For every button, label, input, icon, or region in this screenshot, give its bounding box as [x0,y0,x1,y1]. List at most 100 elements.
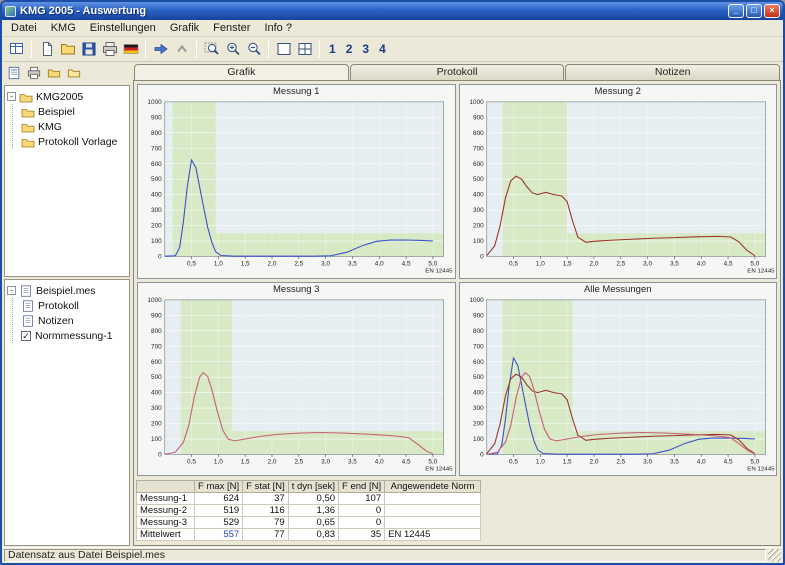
zoom-select-icon[interactable] [201,39,222,60]
svg-text:3,5: 3,5 [348,261,357,268]
table-cell: 0,83 [288,529,338,541]
tree-toolbar [4,63,130,83]
tree-item-kmg[interactable]: KMG [21,119,128,134]
svg-text:500: 500 [473,374,484,381]
project-tree[interactable]: -KMG2005 BeispielKMGProtokoll Vorlage [4,85,130,277]
caret-up-icon[interactable] [171,39,192,60]
zoom-out-icon[interactable] [243,39,264,60]
flag-de-icon[interactable] [120,39,141,60]
report-icon[interactable] [5,64,23,82]
svg-text:900: 900 [473,312,484,319]
chart-title: Messung 2 [460,85,777,98]
tab-grafik[interactable]: Grafik [134,64,349,80]
save-icon[interactable] [78,39,99,60]
chart-title: Messung 3 [138,283,455,296]
svg-text:4,5: 4,5 [723,261,732,268]
svg-text:800: 800 [151,327,162,334]
tree-item-protokoll[interactable]: Protokoll [21,298,128,313]
maximize-button[interactable]: □ [746,4,762,18]
svg-text:0,5: 0,5 [509,261,518,268]
tab-notizen[interactable]: Notizen [565,64,780,80]
view-count-1-button[interactable]: 1 [324,42,341,56]
col-header-f-end-n: F end [N] [339,481,385,493]
chart-plot-messung-1[interactable]: 010020030040050060070080090010000,51,01,… [138,98,455,278]
folder-icon [21,121,35,133]
checkbox-checked-icon[interactable]: ✓ [21,331,31,341]
tab-protokoll[interactable]: Protokoll [350,64,565,80]
tree-root-kmg2005[interactable]: -KMG2005 [6,89,128,104]
menu-grafik[interactable]: Grafik [163,21,206,35]
view-quad-icon[interactable] [294,39,315,60]
col-header-f-stat-n: F stat [N] [243,481,289,493]
chart-plot-alle-messungen[interactable]: 010020030040050060070080090010000,51,01,… [460,296,777,476]
table-cell: 77 [243,529,289,541]
folder-closed-icon[interactable] [45,64,63,82]
tree-item-notizen[interactable]: Notizen [21,313,128,328]
view-count-4-button[interactable]: 4 [374,42,391,56]
chart-grid: Messung 10100200300400500600700800900100… [134,81,780,479]
svg-text:4,5: 4,5 [723,458,732,465]
print-small-icon[interactable] [25,64,43,82]
menu-fenster[interactable]: Fenster [206,21,257,35]
open-folder-icon[interactable] [57,39,78,60]
chart-plot-messung-3[interactable]: 010020030040050060070080090010000,51,01,… [138,296,455,476]
results-table: F max [N]F stat [N]t dyn [sek]F end [N]A… [136,480,481,541]
file-tree[interactable]: -Beispiel.mesProtokollNotizen✓Normmessun… [4,279,130,546]
svg-text:800: 800 [473,327,484,334]
tree-item-normmessung-1[interactable]: ✓Normmessung-1 [21,328,128,343]
arrow-right-icon[interactable] [150,39,171,60]
menu-kmg[interactable]: KMG [44,21,83,35]
table-row-messung-3: Messung-3529790,650 [137,517,481,529]
svg-text:100: 100 [151,238,162,245]
folder-open-icon[interactable] [65,64,83,82]
svg-text:300: 300 [151,405,162,412]
svg-text:0: 0 [480,254,484,261]
menu-einstellungen[interactable]: Einstellungen [83,21,163,35]
print-icon[interactable] [99,39,120,60]
menubar: DateiKMGEinstellungenGrafikFensterInfo ? [2,20,783,37]
table-cell [385,517,481,529]
status-bar: Datensatz aus Datei Beispiel.mes [2,547,783,563]
titlebar[interactable]: KMG 2005 - Auswertung _ □ × [2,2,783,20]
app-window: KMG 2005 - Auswertung _ □ × DateiKMGEins… [0,0,785,565]
toolbar-separator [145,41,146,58]
chart-plot-messung-2[interactable]: 010020030040050060070080090010000,51,01,… [460,98,777,278]
table-row-messung-2: Messung-25191161,360 [137,505,481,517]
main-panel: Messung 10100200300400500600700800900100… [133,80,781,546]
svg-text:100: 100 [151,436,162,443]
svg-text:0: 0 [158,254,162,261]
svg-text:600: 600 [151,161,162,168]
close-button[interactable]: × [764,4,780,18]
tree-root-beispiel-mes[interactable]: -Beispiel.mes [6,283,128,298]
tree-label: Beispiel [38,106,75,118]
zoom-in-icon[interactable] [222,39,243,60]
svg-text:600: 600 [151,358,162,365]
status-text: Datensatz aus Datei Beispiel.mes [4,549,766,562]
menu-datei[interactable]: Datei [4,21,44,35]
tree-item-beispiel[interactable]: Beispiel [21,104,128,119]
svg-text:5,0: 5,0 [428,261,437,268]
view-count-3-button[interactable]: 3 [357,42,374,56]
expander-icon[interactable]: - [7,92,16,101]
view-count-2-button[interactable]: 2 [341,42,358,56]
svg-text:600: 600 [473,358,484,365]
panel-grid-icon[interactable] [6,39,27,60]
tree-item-protokoll-vorlage[interactable]: Protokoll Vorlage [21,134,128,149]
svg-text:200: 200 [151,420,162,427]
svg-text:200: 200 [473,420,484,427]
menu-info[interactable]: Info ? [257,21,299,35]
svg-text:3,5: 3,5 [669,261,678,268]
svg-text:300: 300 [473,405,484,412]
col-header-angewendete-norm: Angewendete Norm [385,481,481,493]
chart-cell-messung-1: Messung 10100200300400500600700800900100… [137,84,456,279]
resize-grip[interactable] [768,549,781,562]
svg-text:700: 700 [151,343,162,350]
svg-text:1,0: 1,0 [214,458,223,465]
document-icon [21,315,35,327]
tree-children: ProtokollNotizen✓Normmessung-1 [12,298,128,343]
new-file-icon[interactable] [36,39,57,60]
expander-icon[interactable]: - [7,286,16,295]
view-single-icon[interactable] [273,39,294,60]
table-cell: 0 [339,517,385,529]
minimize-button[interactable]: _ [728,4,744,18]
